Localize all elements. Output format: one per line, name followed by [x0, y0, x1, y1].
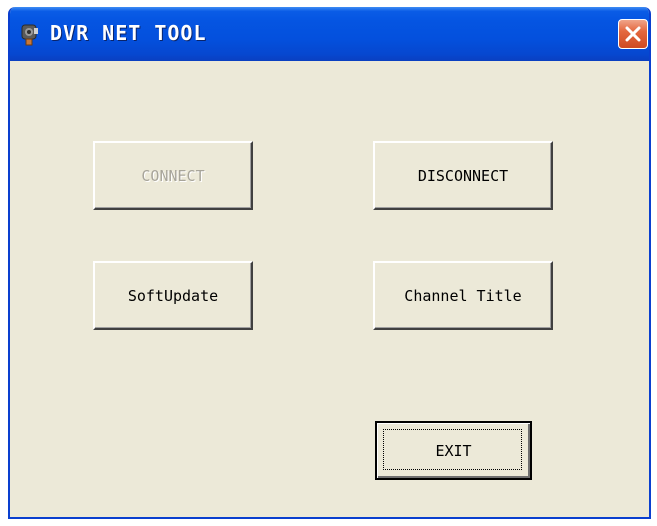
soft-update-button-label: SoftUpdate	[127, 286, 219, 305]
exit-button-label: EXIT	[435, 441, 472, 460]
soft-update-button[interactable]: SoftUpdate	[93, 261, 253, 330]
disconnect-button[interactable]: DISCONNECT	[373, 141, 553, 210]
channel-title-button[interactable]: Channel Title	[373, 261, 553, 330]
main-window: DVR NET TOOL CONNECT DISCONNECT SoftUpda…	[8, 7, 651, 519]
close-button[interactable]	[618, 19, 648, 49]
window-title: DVR NET TOOL	[50, 21, 207, 45]
dvr-app-icon	[21, 24, 38, 46]
disconnect-button-label: DISCONNECT	[417, 166, 509, 185]
channel-title-button-label: Channel Title	[404, 286, 522, 305]
title-bar[interactable]: DVR NET TOOL	[10, 7, 649, 61]
close-icon	[625, 26, 641, 42]
connect-button[interactable]: CONNECT	[93, 141, 253, 210]
exit-button[interactable]: EXIT	[375, 421, 532, 480]
connect-button-label: CONNECT	[141, 166, 205, 185]
